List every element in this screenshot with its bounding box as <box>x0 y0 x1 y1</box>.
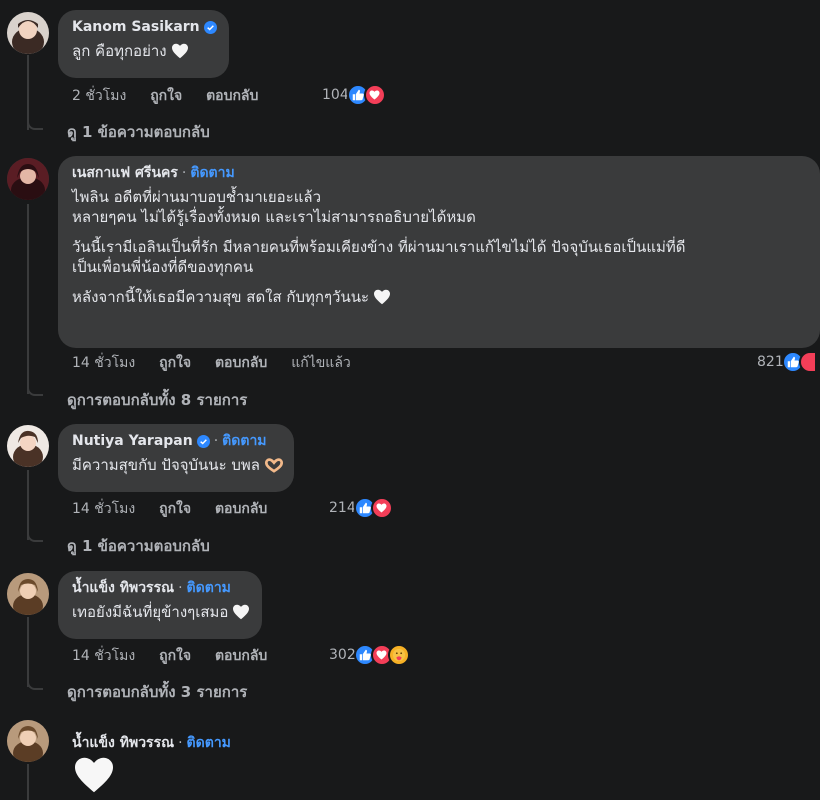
comment-actions: 2 ชั่วโมง ถูกใจ ตอบกลับ <box>72 87 277 105</box>
avatar[interactable] <box>7 720 49 762</box>
view-replies-link[interactable]: ดูการตอบกลับทั้ง 3 รายการ <box>67 682 247 702</box>
timestamp[interactable]: 14 ชั่วโมง <box>72 648 135 664</box>
thread-line <box>27 470 29 540</box>
view-replies-link[interactable]: ดู 1 ข้อความตอบกลับ <box>67 536 210 556</box>
thread-line <box>27 55 29 130</box>
timestamp[interactable]: 14 ชั่วโมง <box>72 501 135 517</box>
white-heart-sticker <box>73 756 115 794</box>
comment-bubble: เนสกาแฟ ศรีนคร · ติดตาม ไพลิน อดีตที่ผ่า… <box>58 156 820 348</box>
comment-actions: 14 ชั่วโมง ถูกใจ ตอบกลับ <box>72 500 286 518</box>
reply-button[interactable]: ตอบกลับ <box>215 355 267 371</box>
author-name[interactable]: น้ำแข็ง ทิพวรรณ <box>72 734 174 752</box>
comment-bubble: Kanom Sasikarn ลูก คือทุกอย่าง <box>58 10 229 78</box>
like-button[interactable]: ถูกใจ <box>159 501 191 517</box>
reaction-count: 302 <box>329 647 356 663</box>
reaction-summary[interactable]: 104 <box>322 84 386 106</box>
thread-connector <box>27 680 43 690</box>
comment-actions: 14 ชั่วโมง ถูกใจ ตอบกลับ <box>72 647 286 665</box>
love-reaction-icon <box>798 351 815 373</box>
follow-button[interactable]: ติดตาม <box>190 164 234 182</box>
avatar[interactable] <box>7 158 49 200</box>
reaction-summary[interactable]: 214 <box>329 497 393 519</box>
follow-button[interactable]: ติดตาม <box>222 432 266 450</box>
separator-dot: · <box>181 165 187 181</box>
thread-line <box>27 204 29 394</box>
author-name[interactable]: Kanom Sasikarn <box>72 18 200 36</box>
timestamp[interactable]: 14 ชั่วโมง <box>72 355 135 371</box>
thread-connector <box>27 120 43 130</box>
author-name[interactable]: Nutiya Yarapan <box>72 432 193 450</box>
comment-text: เทอยังมีฉันที่ยุข้างๆเสมอ <box>72 603 229 621</box>
separator-dot: · <box>213 433 219 449</box>
view-replies-link[interactable]: ดูการตอบกลับทั้ง 8 รายการ <box>67 390 247 410</box>
reaction-count: 104 <box>322 87 349 103</box>
comment-bubble: น้ำแข็ง ทิพวรรณ · ติดตาม เทอยังมีฉันที่ย… <box>58 571 263 639</box>
comment-text: วันนี้เรามีเอลินเป็นที่รัก มีหลายคนที่พร… <box>72 238 686 256</box>
author-name[interactable]: น้ำแข็ง ทิพวรรณ <box>72 579 174 597</box>
comment-text: ลูก คือทุกอย่าง <box>72 42 167 60</box>
heart-hands-icon <box>264 457 284 473</box>
care-reaction-icon <box>387 644 410 666</box>
thread-connector <box>27 386 43 396</box>
thread-line <box>27 617 29 687</box>
reaction-summary[interactable]: 302 <box>329 644 410 666</box>
comment-text: หลายๆคน ไม่ได้รู้เรื่องทั้งหมด และเราไม่… <box>72 208 476 226</box>
comment-bubble: Nutiya Yarapan · ติดตาม มีความสุขกับ ปัจ… <box>58 424 294 492</box>
white-heart-icon <box>373 289 391 305</box>
comment-text: หลังจากนี้ให้เธอมีความสุข สดใส กับทุกๆวั… <box>72 288 370 306</box>
like-button[interactable]: ถูกใจ <box>150 88 182 104</box>
comment-actions: 14 ชั่วโมง ถูกใจ ตอบกลับ แก้ไขแล้ว <box>72 354 370 372</box>
avatar[interactable] <box>7 573 49 615</box>
timestamp[interactable]: 2 ชั่วโมง <box>72 88 126 104</box>
thread-line <box>27 764 29 800</box>
separator-dot: · <box>178 580 183 596</box>
verified-badge-icon <box>203 20 217 34</box>
comment-text: เป็นเพื่อนพี่น้องที่ดีของทุกคน <box>72 258 254 276</box>
reply-button[interactable]: ตอบกลับ <box>215 501 267 517</box>
edited-label: แก้ไขแล้ว <box>291 355 351 371</box>
separator-dot: · <box>178 735 183 751</box>
white-heart-icon <box>171 43 189 59</box>
reaction-summary[interactable]: 821 <box>757 351 815 373</box>
reply-button[interactable]: ตอบกลับ <box>206 88 258 104</box>
comment-text: มีความสุขกับ ปัจจุบันนะ บพล <box>72 456 260 474</box>
reply-button[interactable]: ตอบกลับ <box>215 648 267 664</box>
like-button[interactable]: ถูกใจ <box>159 355 191 371</box>
white-heart-icon <box>232 604 250 620</box>
avatar[interactable] <box>7 12 49 54</box>
reaction-count: 214 <box>329 500 356 516</box>
reaction-count: 821 <box>757 354 784 370</box>
like-button[interactable]: ถูกใจ <box>159 648 191 664</box>
avatar[interactable] <box>7 425 49 467</box>
love-reaction-icon <box>370 497 393 519</box>
follow-button[interactable]: ติดตาม <box>187 734 231 752</box>
comment-text: ไพลิน อดีตที่ผ่านมาบอบช้ำมาเยอะแล้ว <box>72 188 322 206</box>
love-reaction-icon <box>363 84 386 106</box>
view-replies-link[interactable]: ดู 1 ข้อความตอบกลับ <box>67 122 210 142</box>
verified-badge-icon <box>196 434 210 448</box>
thread-connector <box>27 532 43 542</box>
follow-button[interactable]: ติดตาม <box>187 579 231 597</box>
author-name[interactable]: เนสกาแฟ ศรีนคร <box>72 164 178 182</box>
